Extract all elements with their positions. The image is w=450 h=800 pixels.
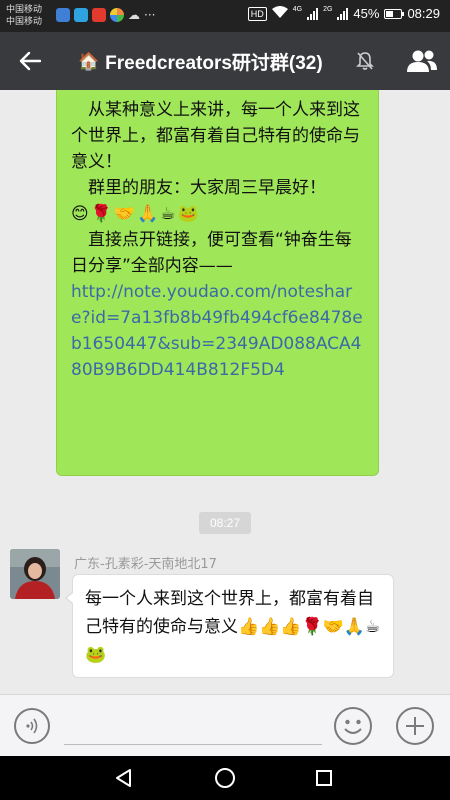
incoming-message-text: 每一个人来到这个世界上，都富有着自己特有的使命与意义👍👍👍🌹🤝🙏☕🐸 xyxy=(85,589,381,665)
message-paragraph-3: 直接点开链接，便可查看“钟奋生每日分享”全部内容—— xyxy=(71,230,352,276)
colorful-app-icon xyxy=(110,8,124,22)
message-input-bar xyxy=(0,694,450,756)
carrier-labels: 中国移动 中国移动 xyxy=(6,4,42,28)
message-paragraph-1: 从某种意义上来讲，每一个人来到这个世界上，都富有着自己特有的使命与意义！ xyxy=(71,100,360,172)
chat-title: 🏠 Freedcreators研讨群(32) xyxy=(78,48,323,75)
cloud-icon: ☁ xyxy=(128,8,140,22)
square-recents-icon xyxy=(316,770,332,786)
mute-bell-icon xyxy=(356,51,374,75)
more-functions-button[interactable] xyxy=(396,707,434,745)
telegram-icon xyxy=(74,8,88,22)
notification-icons: ☁ ··· xyxy=(56,8,155,22)
plus-icon xyxy=(406,717,424,735)
hd-badge: HD xyxy=(247,6,267,21)
carrier-1: 中国移动 xyxy=(6,5,43,15)
status-bar: 中国移动 中国移动 ☁ ··· HD 4G 2G 45% 08:29 xyxy=(0,0,450,32)
voice-icon xyxy=(26,718,38,734)
chat-messages[interactable]: 从某种意义上来讲，每一个人来到这个世界上，都富有着自己特有的使命与意义！ 群里的… xyxy=(0,90,450,694)
message-input[interactable] xyxy=(64,709,322,745)
timestamp-divider: 08:27 xyxy=(199,512,251,534)
network-type-2: 2G xyxy=(323,6,333,13)
smiley-icon xyxy=(344,719,362,734)
message-paragraph-2: 群里的朋友：大家周三早晨好！ xyxy=(88,178,326,198)
incoming-message-bubble[interactable]: 每一个人来到这个世界上，都富有着自己特有的使命与意义👍👍👍🌹🤝🙏☕🐸 xyxy=(65,574,394,678)
news-icon xyxy=(92,8,106,22)
outgoing-message-bubble[interactable]: 从某种意义上来讲，每一个人来到这个世界上，都富有着自己特有的使命与意义！ 群里的… xyxy=(56,90,379,476)
signal-icon-2 xyxy=(337,7,349,20)
group-name: Freedcreators研讨群(32) xyxy=(105,53,323,74)
avatar[interactable] xyxy=(10,549,60,599)
chat-title-bar: 🏠 Freedcreators研讨群(32) xyxy=(0,32,450,90)
people-icon xyxy=(407,50,437,72)
share-link[interactable]: http://note.youdao.com/noteshare?id=7a13… xyxy=(71,279,364,383)
battery-percent: 45% xyxy=(353,6,380,21)
system-nav-bar xyxy=(0,756,450,800)
nav-back-button[interactable] xyxy=(110,765,138,791)
more-dots-icon: ··· xyxy=(144,8,156,22)
app-icon-blue xyxy=(56,8,70,22)
clock: 08:29 xyxy=(407,6,440,21)
carrier-2: 中国移动 xyxy=(6,17,43,27)
battery-level xyxy=(386,10,393,17)
status-right: HD 4G 2G 45% 08:29 xyxy=(247,6,440,21)
sender-name: 广东-孔素彩-天南地北17 xyxy=(74,557,217,572)
back-arrow-icon xyxy=(19,51,41,71)
triangle-back-icon xyxy=(116,769,131,787)
nav-recents-button[interactable] xyxy=(310,765,338,791)
house-icon: 🏠 xyxy=(78,51,100,71)
wifi-icon xyxy=(271,6,288,21)
back-button[interactable] xyxy=(14,46,46,76)
signal-icon-1 xyxy=(307,7,319,20)
voice-input-button[interactable] xyxy=(14,708,50,744)
emoji-button[interactable] xyxy=(334,707,372,745)
network-type-1: 4G xyxy=(292,6,303,13)
battery-icon xyxy=(384,8,405,19)
nav-home-button[interactable] xyxy=(211,765,239,791)
circle-home-icon xyxy=(215,768,235,788)
emoji-row: 😊🌹🤝🙏☕🐸 xyxy=(71,204,201,224)
group-members-button[interactable] xyxy=(404,44,440,78)
